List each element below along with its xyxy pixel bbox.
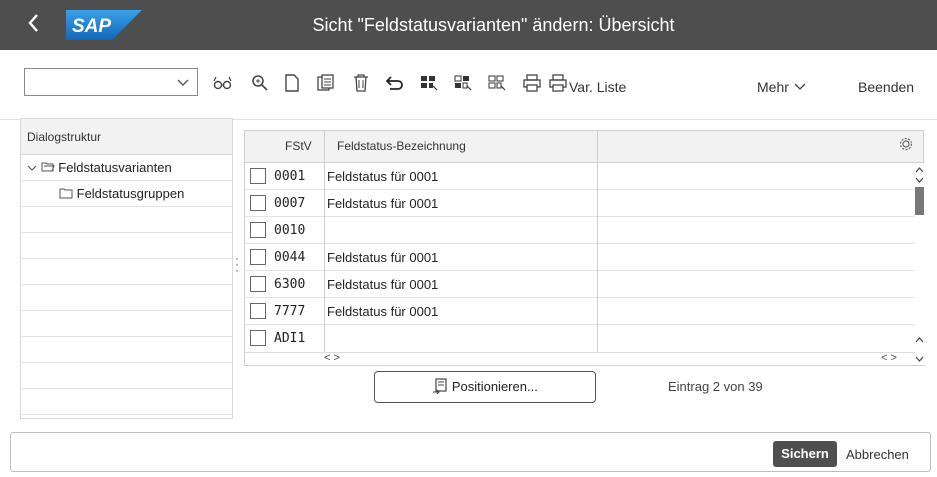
- row-key[interactable]: 6300: [274, 271, 305, 298]
- scroll-thumb[interactable]: [915, 187, 924, 215]
- table-row[interactable]: 6300 Feldstatus für 0001: [245, 271, 915, 298]
- hscroll-arrows[interactable]: < >: [324, 352, 340, 364]
- row-description[interactable]: [324, 325, 598, 352]
- table-row[interactable]: ADI1: [245, 325, 915, 352]
- beenden-button[interactable]: Beenden: [858, 79, 914, 95]
- vertical-scrollbar[interactable]: [915, 163, 924, 365]
- row-key[interactable]: 0044: [274, 244, 305, 271]
- position-icon: [433, 378, 447, 395]
- dialog-structure-panel: Dialogstruktur Feldstatusvarianten Felds…: [20, 118, 233, 419]
- row-checkbox[interactable]: [250, 276, 266, 292]
- horizontal-scrollbar[interactable]: < > < >: [245, 352, 915, 365]
- panel-splitter[interactable]: · · ·: [235, 252, 239, 276]
- row-description[interactable]: Feldstatus für 0001: [324, 244, 598, 271]
- row-key[interactable]: ADI1: [274, 325, 305, 352]
- scroll-up-icon[interactable]: [915, 335, 924, 345]
- entry-info: Eintrag 2 von 39: [668, 379, 763, 394]
- select-column-header[interactable]: [245, 131, 272, 162]
- tree-item-feldstatusgruppen[interactable]: Feldstatusgruppen: [21, 181, 232, 207]
- row-description[interactable]: Feldstatus für 0001: [324, 163, 598, 190]
- row-description[interactable]: Feldstatus für 0001: [324, 298, 598, 325]
- command-field[interactable]: [24, 68, 198, 96]
- positionieren-label: Positionieren...: [451, 379, 538, 394]
- print-icon[interactable]: [548, 70, 568, 96]
- column-header-bezeichnung[interactable]: Feldstatus-Bezeichnung: [324, 131, 598, 162]
- tree-empty-row: [21, 259, 232, 285]
- chevron-down-icon[interactable]: [177, 71, 189, 96]
- tree-item-label: Feldstatusgruppen: [76, 186, 185, 201]
- tree-empty-row: [21, 285, 232, 311]
- cancel-button[interactable]: Abbrechen: [846, 447, 909, 462]
- tree-empty-row: [21, 363, 232, 389]
- row-key[interactable]: 0007: [274, 190, 305, 217]
- dialog-structure-header: Dialogstruktur: [21, 119, 232, 155]
- undo-icon[interactable]: [382, 70, 408, 96]
- row-checkbox[interactable]: [250, 168, 266, 184]
- row-checkbox[interactable]: [250, 303, 266, 319]
- row-checkbox[interactable]: [250, 330, 266, 346]
- mehr-button[interactable]: Mehr: [757, 79, 807, 95]
- tree-empty-row: [21, 207, 232, 233]
- table-row[interactable]: 0007 Feldstatus für 0001: [245, 190, 915, 217]
- scroll-down-icon[interactable]: [915, 175, 924, 185]
- print-icon[interactable]: [519, 70, 545, 96]
- table-row[interactable]: 7777 Feldstatus für 0001: [245, 298, 915, 325]
- page-title: Sicht "Feldstatusvarianten" ändern: Über…: [312, 15, 675, 35]
- table-header: FStV Feldstatus-Bezeichnung: [245, 131, 923, 163]
- tree-empty-row: [21, 389, 232, 415]
- save-button[interactable]: Sichern: [773, 441, 837, 467]
- var-liste-button[interactable]: Var. Liste: [569, 79, 626, 95]
- search-icon[interactable]: [247, 70, 273, 96]
- scroll-up-icon[interactable]: [915, 165, 924, 175]
- select-block-icon[interactable]: [450, 70, 476, 96]
- mehr-label: Mehr: [757, 79, 789, 95]
- hscroll-arrows[interactable]: < >: [881, 352, 897, 364]
- chevron-down-icon: [794, 83, 806, 90]
- new-document-icon[interactable]: [279, 70, 305, 96]
- column-header-fstv[interactable]: FStV: [285, 131, 312, 162]
- settings-icon[interactable]: [899, 132, 913, 163]
- tree-item-feldstatusvarianten[interactable]: Feldstatusvarianten: [21, 155, 232, 181]
- table-row[interactable]: 0010: [245, 217, 915, 244]
- tree-empty-row: [21, 337, 232, 363]
- row-key[interactable]: 0001: [274, 163, 305, 190]
- tree-empty-row: [21, 233, 232, 259]
- row-key[interactable]: 7777: [274, 298, 305, 325]
- scroll-down-icon[interactable]: [915, 354, 924, 364]
- chevron-down-icon[interactable]: [27, 163, 37, 173]
- row-description[interactable]: [324, 217, 598, 244]
- folder-icon: [59, 188, 73, 199]
- table-row[interactable]: 0044 Feldstatus für 0001: [245, 244, 915, 271]
- tree-empty-row: [21, 311, 232, 337]
- select-all-icon[interactable]: [416, 70, 442, 96]
- table-control: FStV Feldstatus-Bezeichnung 0001 Feldsta…: [244, 130, 924, 366]
- row-description[interactable]: Feldstatus für 0001: [324, 271, 598, 298]
- row-checkbox[interactable]: [250, 195, 266, 211]
- row-description[interactable]: Feldstatus für 0001: [324, 190, 598, 217]
- copy-icon[interactable]: [313, 70, 339, 96]
- deselect-all-icon[interactable]: [484, 70, 510, 96]
- glasses-icon[interactable]: [210, 70, 236, 96]
- row-checkbox[interactable]: [250, 222, 266, 238]
- delete-icon[interactable]: [348, 70, 374, 96]
- tree-item-label: Feldstatusvarianten: [58, 160, 172, 175]
- row-checkbox[interactable]: [250, 249, 266, 265]
- row-key[interactable]: 0010: [274, 217, 305, 244]
- positionieren-button[interactable]: Positionieren...: [374, 371, 596, 403]
- folder-open-icon: [41, 162, 55, 172]
- table-row[interactable]: 0001 Feldstatus für 0001: [245, 163, 915, 190]
